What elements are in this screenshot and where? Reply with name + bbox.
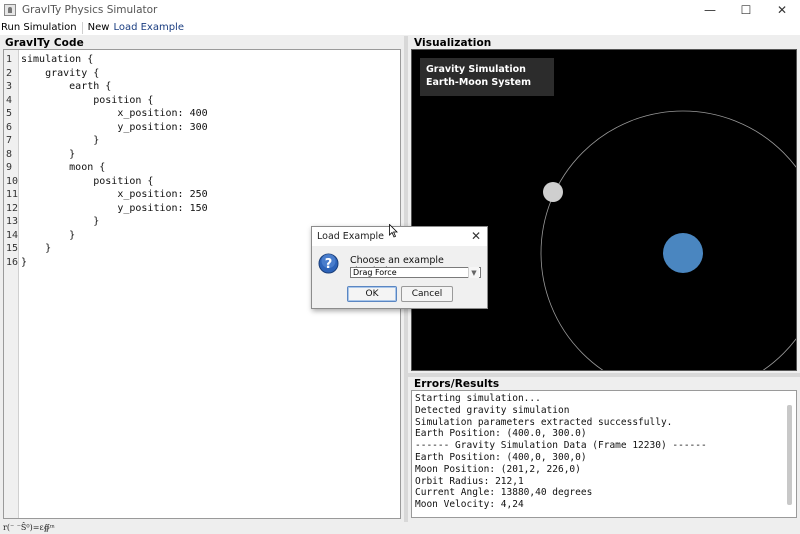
window-controls: — ☐ ✕ <box>692 0 800 20</box>
example-select-value: Drag Force <box>353 268 397 277</box>
visualization-panel-title: Visualization <box>414 37 492 49</box>
earth-body <box>663 233 703 273</box>
result-line: Moon Position: (201,2, 226,0) <box>415 463 581 475</box>
svg-text:?: ? <box>325 257 333 272</box>
result-line: Earth Position: (400,0, 300,0) <box>415 452 587 463</box>
run-simulation-menu[interactable]: Run Simulation <box>0 22 79 33</box>
status-bar: r(⁻ ⁻Ŝ⁰)=ε∯ᵐ <box>0 522 800 534</box>
moon-body <box>543 182 563 202</box>
result-line: Orbit Radius: 212,1 <box>415 475 524 487</box>
line-number: 6 <box>6 121 13 133</box>
example-select[interactable]: Drag Force ▼ <box>350 267 481 278</box>
code-line: y_position: 300 <box>21 121 208 133</box>
dialog-title-bar: Load Example ✕ <box>312 227 487 246</box>
result-line: Moon Velocity: 4,24 <box>415 499 524 511</box>
code-line: } <box>21 256 28 268</box>
results-panel-title: Errors/Results <box>414 378 500 390</box>
result-line: Simulation parameters extracted successf… <box>415 416 673 428</box>
result-line: Detected gravity simulation <box>415 404 570 416</box>
status-text: r(⁻ ⁻Ŝ⁰)=ε∯ᵐ <box>3 523 55 532</box>
line-number: 13 <box>6 216 19 227</box>
load-example-menu[interactable]: Load Example <box>111 22 186 33</box>
visualization-canvas: Gravity Simulation Earth-Moon System <box>411 49 797 371</box>
result-line: Earth Position: (400.0, 300.0) <box>415 428 587 440</box>
code-line: x_position: 250 <box>21 189 208 200</box>
line-number: 14 <box>6 229 19 241</box>
code-panel-title: GravITy Code <box>5 37 84 49</box>
code-line: } <box>21 243 52 254</box>
line-number: 8 <box>6 148 13 160</box>
question-icon: ? <box>318 253 339 274</box>
cancel-button[interactable]: Cancel <box>401 286 453 302</box>
load-example-dialog: Load Example ✕ ? Choose an example simul… <box>311 226 488 309</box>
dialog-close-icon[interactable]: ✕ <box>468 228 484 244</box>
close-button[interactable]: ✕ <box>764 0 800 20</box>
code-line: simulation { <box>21 54 94 65</box>
window-title: GravITy Physics Simulator <box>22 4 158 16</box>
results-output[interactable]: Starting simulation... Detected gravity s… <box>411 390 797 518</box>
code-line: gravity { <box>21 67 100 79</box>
code-line: moon { <box>21 162 106 173</box>
code-line: y_position: 150 <box>21 202 208 214</box>
menu-bar: Run Simulation New Load Example <box>0 20 800 35</box>
line-number: 11 <box>6 189 19 200</box>
simulation-label-box: Gravity Simulation Earth-Moon System <box>420 58 554 96</box>
maximize-button[interactable]: ☐ <box>728 0 764 20</box>
line-number: 10 <box>6 175 19 187</box>
line-number: 2 <box>6 67 13 79</box>
result-line: Current Angle: 13880,40 degrees <box>415 487 593 499</box>
line-number: 7 <box>6 135 13 146</box>
result-line: ------ Gravity Simulation Data (Frame 12… <box>415 440 707 452</box>
orbit-plot <box>540 110 796 370</box>
line-number: 4 <box>6 94 13 106</box>
results-scrollbar[interactable] <box>787 405 792 505</box>
ok-button[interactable]: OK <box>347 286 397 302</box>
code-line: earth { <box>21 81 112 92</box>
line-number: 15 <box>6 243 19 254</box>
line-number: 1 <box>6 54 13 65</box>
simulation-label-title: Gravity Simulation <box>426 64 526 75</box>
simulation-label-subtitle: Earth-Moon System <box>426 77 531 88</box>
horizontal-splitter[interactable] <box>408 373 800 377</box>
mouse-pointer-icon <box>389 224 398 238</box>
chevron-down-icon[interactable]: ▼ <box>468 267 479 278</box>
menu-separator <box>81 21 83 34</box>
window-title-bar: GravITy Physics Simulator — ☐ ✕ <box>0 0 800 20</box>
result-line: Starting simulation... <box>415 393 541 404</box>
code-line: x_position: 400 <box>21 108 208 119</box>
code-line: } <box>21 216 100 227</box>
app-icon <box>4 4 16 16</box>
code-line: } <box>21 229 76 241</box>
new-menu[interactable]: New <box>86 22 112 33</box>
code-line: position { <box>21 94 154 106</box>
line-number: 3 <box>6 81 13 92</box>
minimize-button[interactable]: — <box>692 0 728 20</box>
line-number: 9 <box>6 162 13 173</box>
code-line: } <box>21 135 100 146</box>
dialog-title: Load Example <box>317 231 385 242</box>
line-number: 12 <box>6 202 19 214</box>
code-line: position { <box>21 175 154 187</box>
line-number: 5 <box>6 108 13 119</box>
code-line: } <box>21 148 76 160</box>
line-number: 16 <box>6 256 19 268</box>
